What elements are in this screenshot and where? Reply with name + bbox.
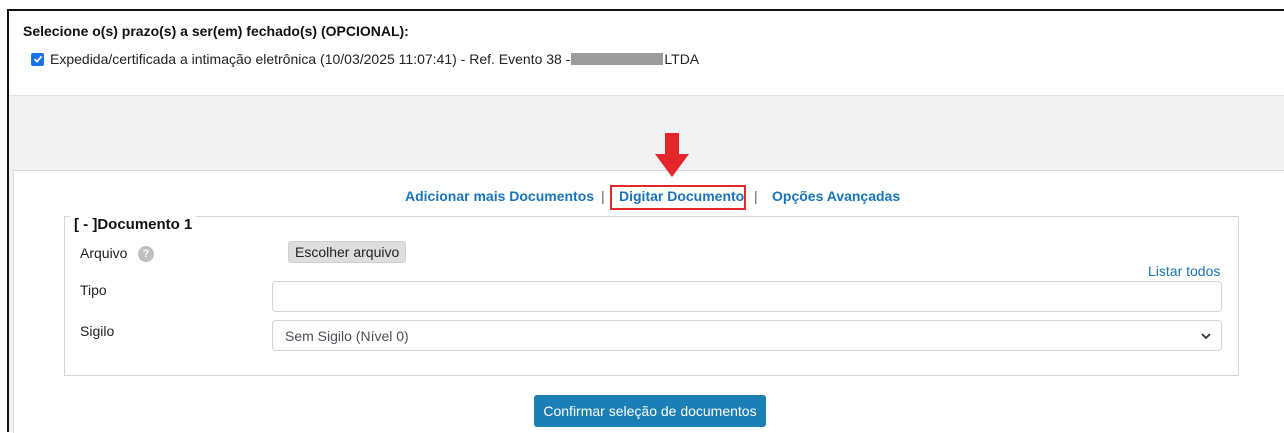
arquivo-label: Arquivo (80, 245, 128, 261)
opcoes-avancadas-link[interactable]: Opções Avançadas (772, 188, 900, 204)
documents-panel: Adicionar mais Documentos | Digitar Docu… (13, 133, 1284, 433)
sigilo-label: Sigilo (80, 323, 115, 339)
nav-separator: | (754, 188, 758, 204)
check-icon (33, 55, 42, 63)
red-arrow-down-icon (655, 133, 689, 177)
redacted-name (571, 53, 664, 65)
highlight-box (610, 185, 746, 210)
add-documents-link[interactable]: Adicionar mais Documentos (405, 188, 594, 204)
confirm-selection-button[interactable]: Confirmar seleção de documentos (534, 395, 766, 427)
sigilo-selected-value: Sem Sigilo (Nível 0) (285, 328, 409, 344)
help-icon[interactable]: ? (138, 246, 154, 262)
prazo-item-text: Expedida/certificada a intimação eletrôn… (50, 51, 571, 67)
chevron-down-icon (1201, 333, 1211, 340)
nav-separator: | (601, 188, 605, 204)
prazo-item-suffix: LTDA (664, 51, 700, 67)
tipo-label: Tipo (80, 282, 107, 298)
prazos-panel: Selecione o(s) prazo(s) a ser(em) fechad… (9, 11, 1284, 96)
tipo-input[interactable] (272, 281, 1222, 312)
document-legend[interactable]: [ - ]Documento 1 (70, 216, 197, 233)
prazo-item[interactable]: Expedida/certificada a intimação eletrôn… (31, 51, 699, 67)
prazos-heading: Selecione o(s) prazo(s) a ser(em) fechad… (23, 23, 409, 39)
choose-file-button[interactable]: Escolher arquivo (288, 241, 407, 263)
listar-todos-link[interactable]: Listar todos (1148, 263, 1220, 279)
sigilo-select[interactable]: Sem Sigilo (Nível 0) (272, 320, 1222, 351)
prazo-checkbox[interactable] (31, 52, 44, 66)
